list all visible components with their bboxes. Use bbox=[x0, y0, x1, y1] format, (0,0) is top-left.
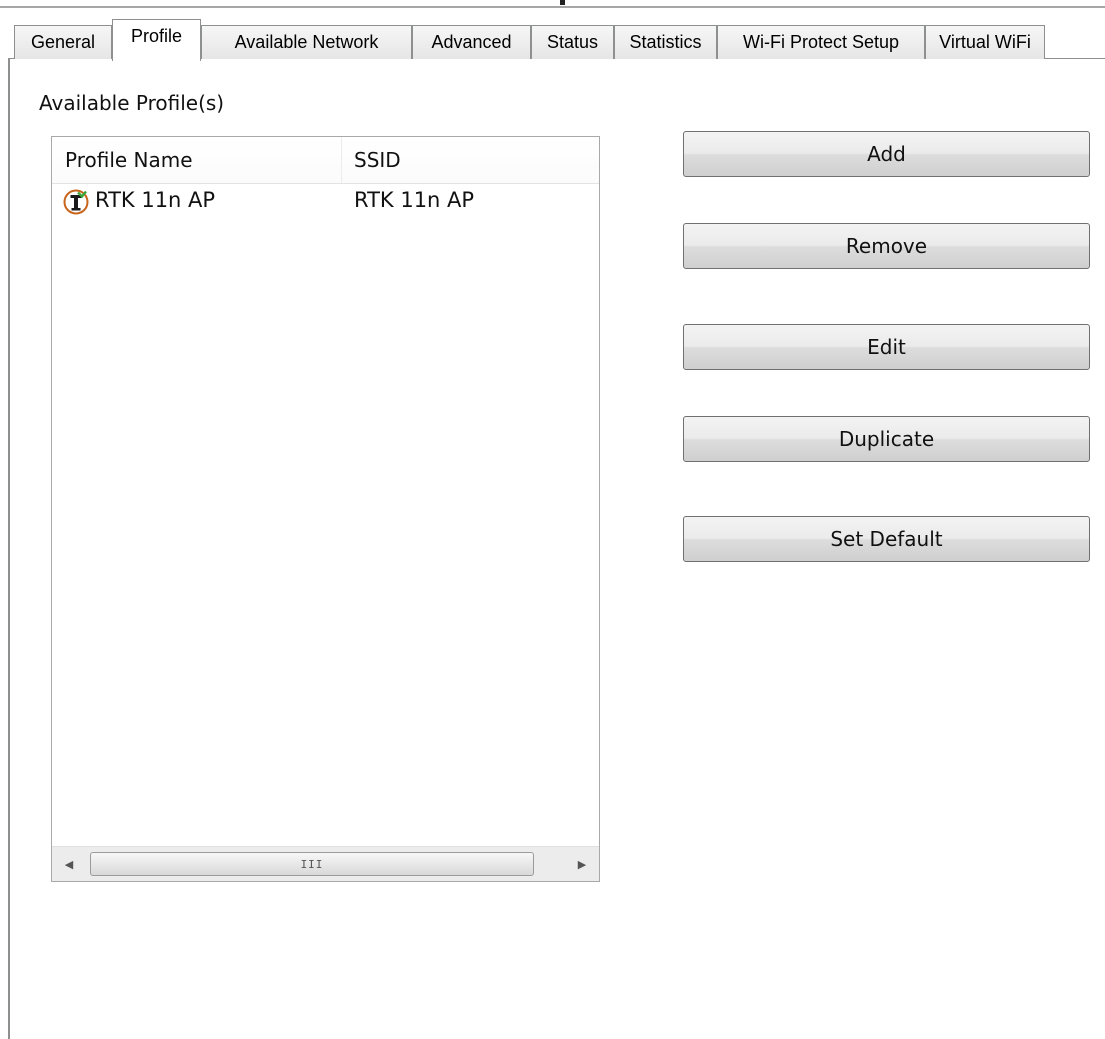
edit-button[interactable]: Edit bbox=[683, 324, 1090, 370]
scroll-right-arrow-icon[interactable]: ▶ bbox=[565, 847, 599, 881]
profile-list-header: Profile Name SSID bbox=[52, 137, 599, 184]
tab-wifi-protect-setup[interactable]: Wi-Fi Protect Setup bbox=[717, 25, 925, 59]
tab-statistics[interactable]: Statistics bbox=[614, 25, 717, 59]
available-profiles-label: Available Profile(s) bbox=[39, 91, 225, 115]
profile-ssid-cell: RTK 11n AP bbox=[354, 188, 475, 212]
profile-row[interactable]: RTK 11n AP RTK 11n AP bbox=[52, 184, 599, 220]
tab-general[interactable]: General bbox=[14, 25, 112, 59]
scrollbar-grip: III bbox=[300, 857, 324, 871]
tab-advanced[interactable]: Advanced bbox=[412, 25, 531, 59]
wireless-utility-window: General Profile Available Network Advanc… bbox=[0, 0, 1105, 1039]
set-default-button[interactable]: Set Default bbox=[683, 516, 1090, 562]
add-button[interactable]: Add bbox=[683, 131, 1090, 177]
horizontal-scrollbar[interactable]: ◀ III ▶ bbox=[52, 846, 599, 881]
profile-list[interactable]: Profile Name SSID RTK 11n AP RTK 11n AP … bbox=[51, 136, 600, 882]
column-header-ssid[interactable]: SSID bbox=[342, 137, 599, 183]
duplicate-button[interactable]: Duplicate bbox=[683, 416, 1090, 462]
column-header-profile-name[interactable]: Profile Name bbox=[52, 137, 342, 183]
window-top-marker bbox=[560, 0, 565, 5]
profile-name-cell: RTK 11n AP bbox=[95, 188, 216, 212]
window-top-border bbox=[0, 6, 1105, 8]
tab-status[interactable]: Status bbox=[531, 25, 614, 59]
scroll-left-arrow-icon[interactable]: ◀ bbox=[52, 847, 86, 881]
scrollbar-thumb[interactable]: III bbox=[90, 852, 534, 876]
tab-available-network[interactable]: Available Network bbox=[201, 25, 412, 59]
tab-profile[interactable]: Profile bbox=[112, 19, 201, 61]
remove-button[interactable]: Remove bbox=[683, 223, 1090, 269]
tab-virtual-wifi[interactable]: Virtual WiFi bbox=[925, 25, 1045, 59]
wireless-profile-icon bbox=[62, 188, 90, 216]
